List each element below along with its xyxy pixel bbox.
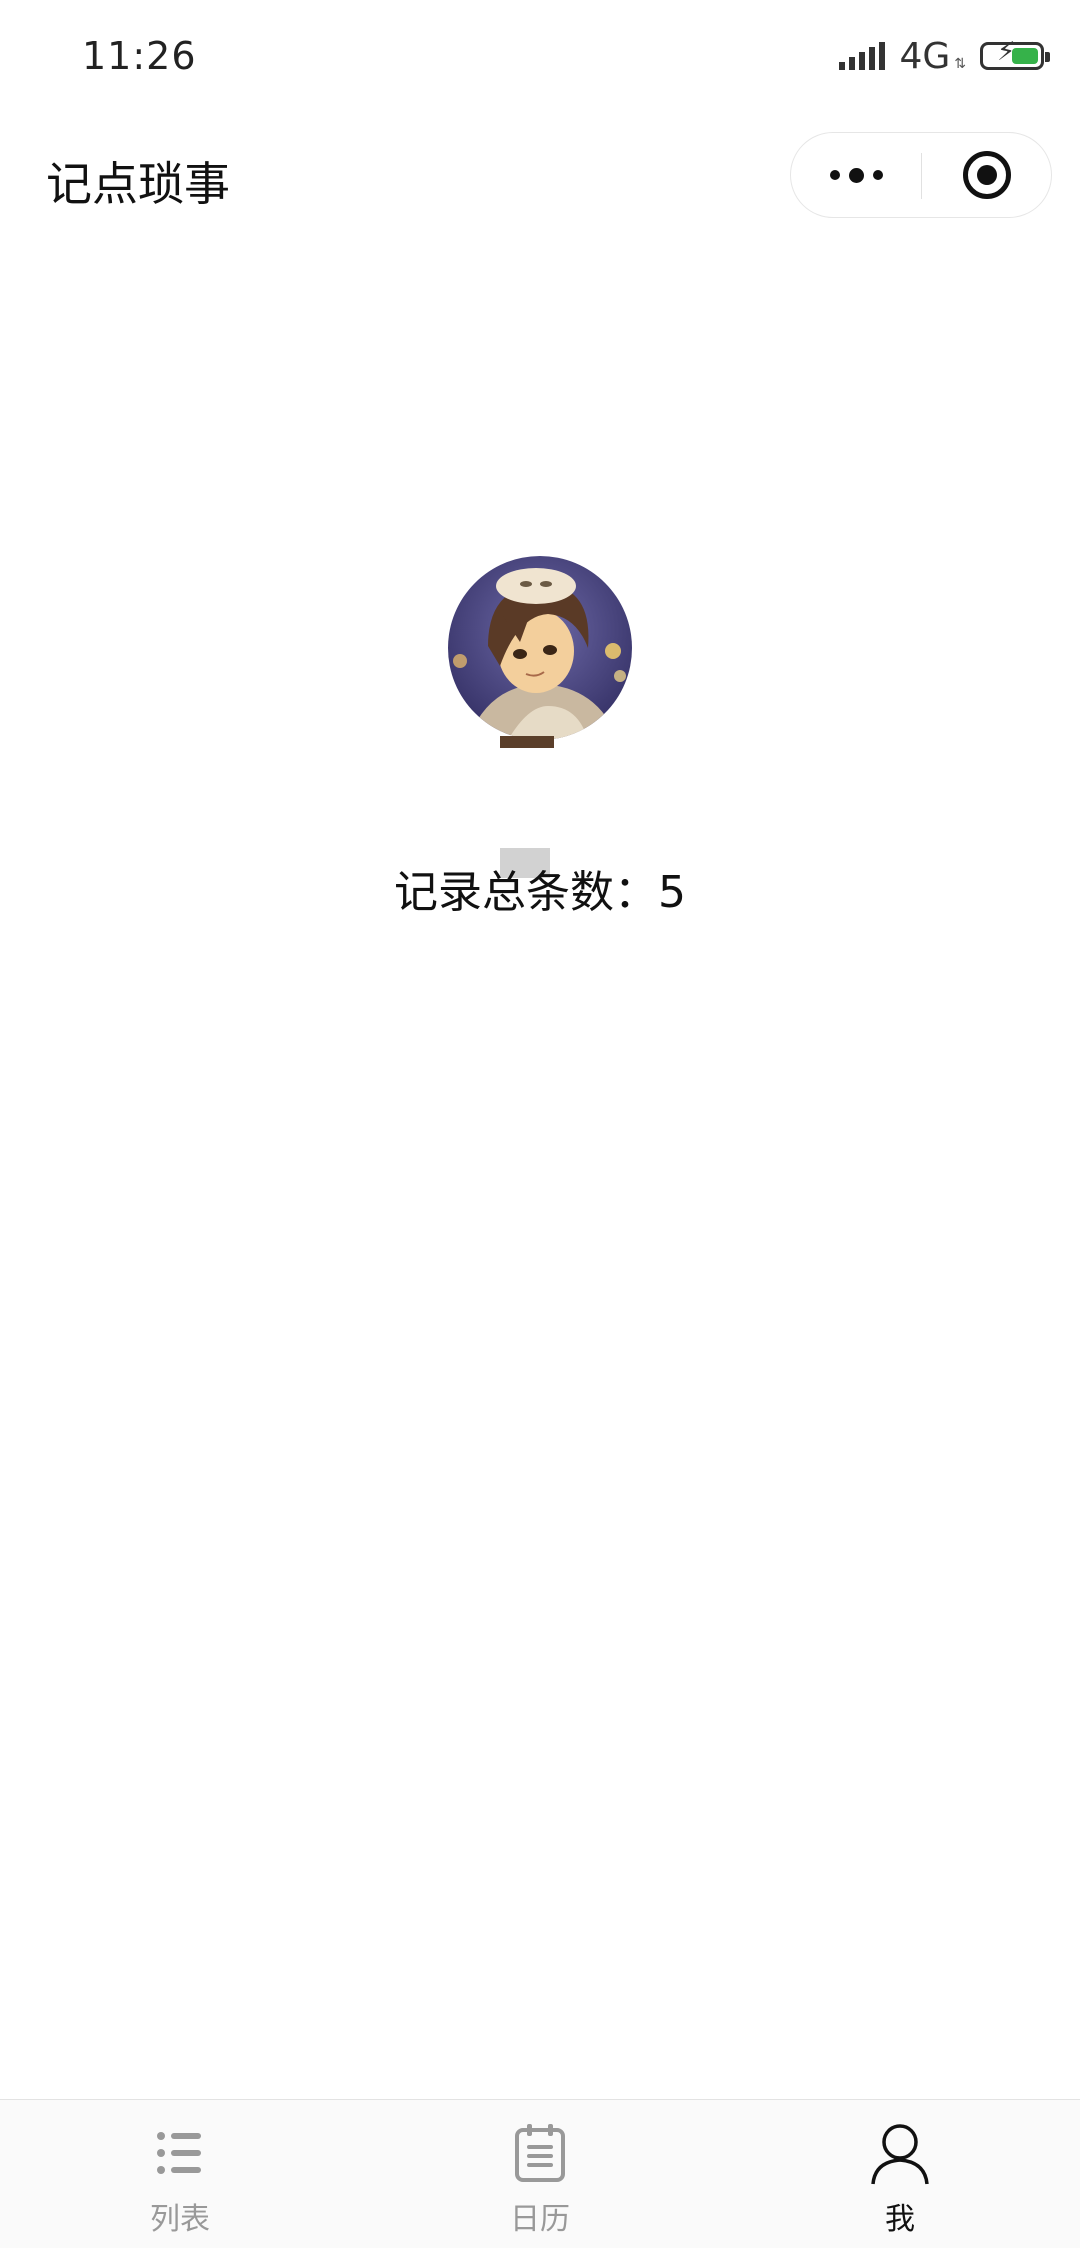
tab-bar: 列表 日历 我 <box>0 2099 1080 2248</box>
more-dots-icon[interactable] <box>791 133 921 217</box>
close-button[interactable] <box>922 133 1052 217</box>
miniprogram-capsule <box>790 132 1052 218</box>
tab-label: 列表 <box>150 2202 210 2237</box>
status-time: 11:26 <box>82 34 197 78</box>
calendar-icon <box>515 2124 565 2182</box>
tab-list[interactable]: 列表 <box>0 2100 360 2248</box>
tab-me[interactable]: 我 <box>720 2100 1080 2248</box>
network-activity-icon: ⇅ <box>954 56 966 72</box>
user-icon <box>871 2124 929 2185</box>
network-type: 4G <box>899 35 951 77</box>
battery-level <box>1012 48 1038 64</box>
navigation-bar: 记点琐事 <box>0 112 1080 240</box>
tab-calendar[interactable]: 日历 <box>360 2100 720 2248</box>
avatar[interactable] <box>448 556 632 740</box>
battery-icon: ⚡ <box>980 37 1050 70</box>
tab-label: 日历 <box>510 2202 570 2237</box>
charging-icon: ⚡ <box>997 37 1016 67</box>
tab-label: 我 <box>885 2202 915 2237</box>
page-title: 记点琐事 <box>46 157 230 211</box>
avatar-image <box>448 556 632 740</box>
avatar-artifact <box>500 736 554 748</box>
list-icon <box>157 2132 201 2174</box>
signal-icon <box>839 42 886 70</box>
target-circle-icon <box>963 151 1011 199</box>
status-bar: 11:26 4G ⇅ ⚡ <box>0 0 1080 112</box>
status-indicators: 4G ⇅ ⚡ <box>839 34 1050 78</box>
record-count-label: 记录总条数：5 <box>394 867 686 918</box>
